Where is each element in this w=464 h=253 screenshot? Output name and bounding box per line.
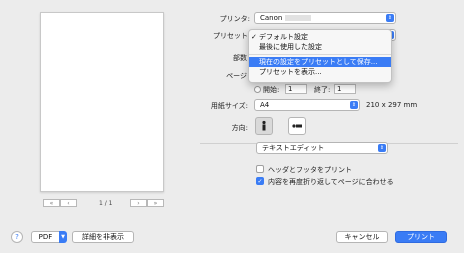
preview-nav-forward-group: › » [130, 199, 164, 207]
menu-item-last-used-settings[interactable]: 最後に使用した設定 [249, 42, 391, 52]
app-section-popup[interactable]: テキストエディット ⇕ [256, 142, 388, 154]
chevron-updown-icon: ⇕ [378, 144, 386, 152]
help-button[interactable]: ? [11, 231, 23, 243]
printer-label: プリンタ: [219, 15, 250, 23]
pdf-button[interactable]: PDF [31, 231, 60, 243]
pages-from-field[interactable]: 1 [285, 84, 307, 94]
pages-to-field[interactable]: 1 [334, 84, 356, 94]
menu-item-label: プリセットを表示... [259, 68, 322, 76]
chevron-updown-icon: ⇕ [386, 14, 394, 22]
chevron-updown-icon: ⇕ [350, 101, 358, 109]
rewrap-contents-checkbox[interactable]: ✓ [256, 177, 264, 185]
print-preview-page [40, 12, 164, 192]
preview-nav-back-group: « ‹ [43, 199, 77, 207]
landscape-orientation-button[interactable] [288, 117, 306, 135]
cancel-button[interactable]: キャンセル [336, 231, 388, 243]
menu-separator [249, 54, 391, 55]
printer-model-redacted [285, 15, 312, 21]
rewrap-contents-label: 内容を再度折り返してページに合わせる [268, 178, 394, 186]
page-count: 1 / 1 [99, 200, 113, 207]
menu-item-label: 最後に使用した設定 [259, 43, 322, 51]
menu-item-save-preset[interactable]: 現在の設定をプリセットとして保存... [249, 57, 391, 67]
bottom-toolbar: ? PDF ▼ 詳細を非表示 キャンセル プリント [0, 222, 464, 253]
print-button[interactable]: プリント [395, 231, 447, 243]
orientation-label: 方向: [231, 124, 248, 132]
presets-label: プリセット [213, 32, 248, 40]
menu-item-label: デフォルト設定 [259, 33, 308, 41]
next-page-button[interactable]: › [130, 199, 147, 207]
portrait-orientation-button[interactable] [255, 117, 273, 135]
paper-dimensions: 210 x 297 mm [366, 101, 418, 109]
landscape-person-icon [292, 124, 302, 128]
paper-size-label: 用紙サイズ: [210, 102, 248, 110]
printer-popup[interactable]: Canon ⇕ [254, 12, 396, 24]
pages-to-label: 終了: [314, 86, 331, 94]
hide-details-button[interactable]: 詳細を非表示 [72, 231, 134, 243]
menu-item-default-settings[interactable]: ✓ デフォルト設定 [249, 32, 391, 42]
previous-page-button[interactable]: ‹ [60, 199, 77, 207]
pages-label: ページ [226, 72, 247, 80]
first-page-button[interactable]: « [43, 199, 60, 207]
app-section-value: テキストエディット [262, 144, 325, 152]
print-headers-footers-label: ヘッダとフッタをプリント [268, 166, 352, 174]
printer-value: Canon [260, 14, 283, 22]
print-headers-footers-checkbox[interactable] [256, 165, 264, 173]
checkmark-icon: ✓ [251, 33, 257, 41]
paper-size-value: A4 [260, 101, 270, 109]
pages-range-radio[interactable] [254, 86, 261, 93]
copies-label: 部数 [233, 54, 247, 62]
presets-dropdown-menu: ✓ デフォルト設定 最後に使用した設定 現在の設定をプリセットとして保存... … [248, 29, 392, 83]
pdf-menu-arrow-icon[interactable]: ▼ [59, 231, 67, 243]
menu-item-show-presets[interactable]: プリセットを表示... [249, 67, 391, 77]
last-page-button[interactable]: » [147, 199, 164, 207]
pages-from-label: 開始: [263, 86, 280, 94]
portrait-person-icon [262, 120, 266, 131]
paper-size-popup[interactable]: A4 ⇕ [254, 99, 360, 111]
menu-item-label: 現在の設定をプリセットとして保存... [259, 58, 378, 66]
